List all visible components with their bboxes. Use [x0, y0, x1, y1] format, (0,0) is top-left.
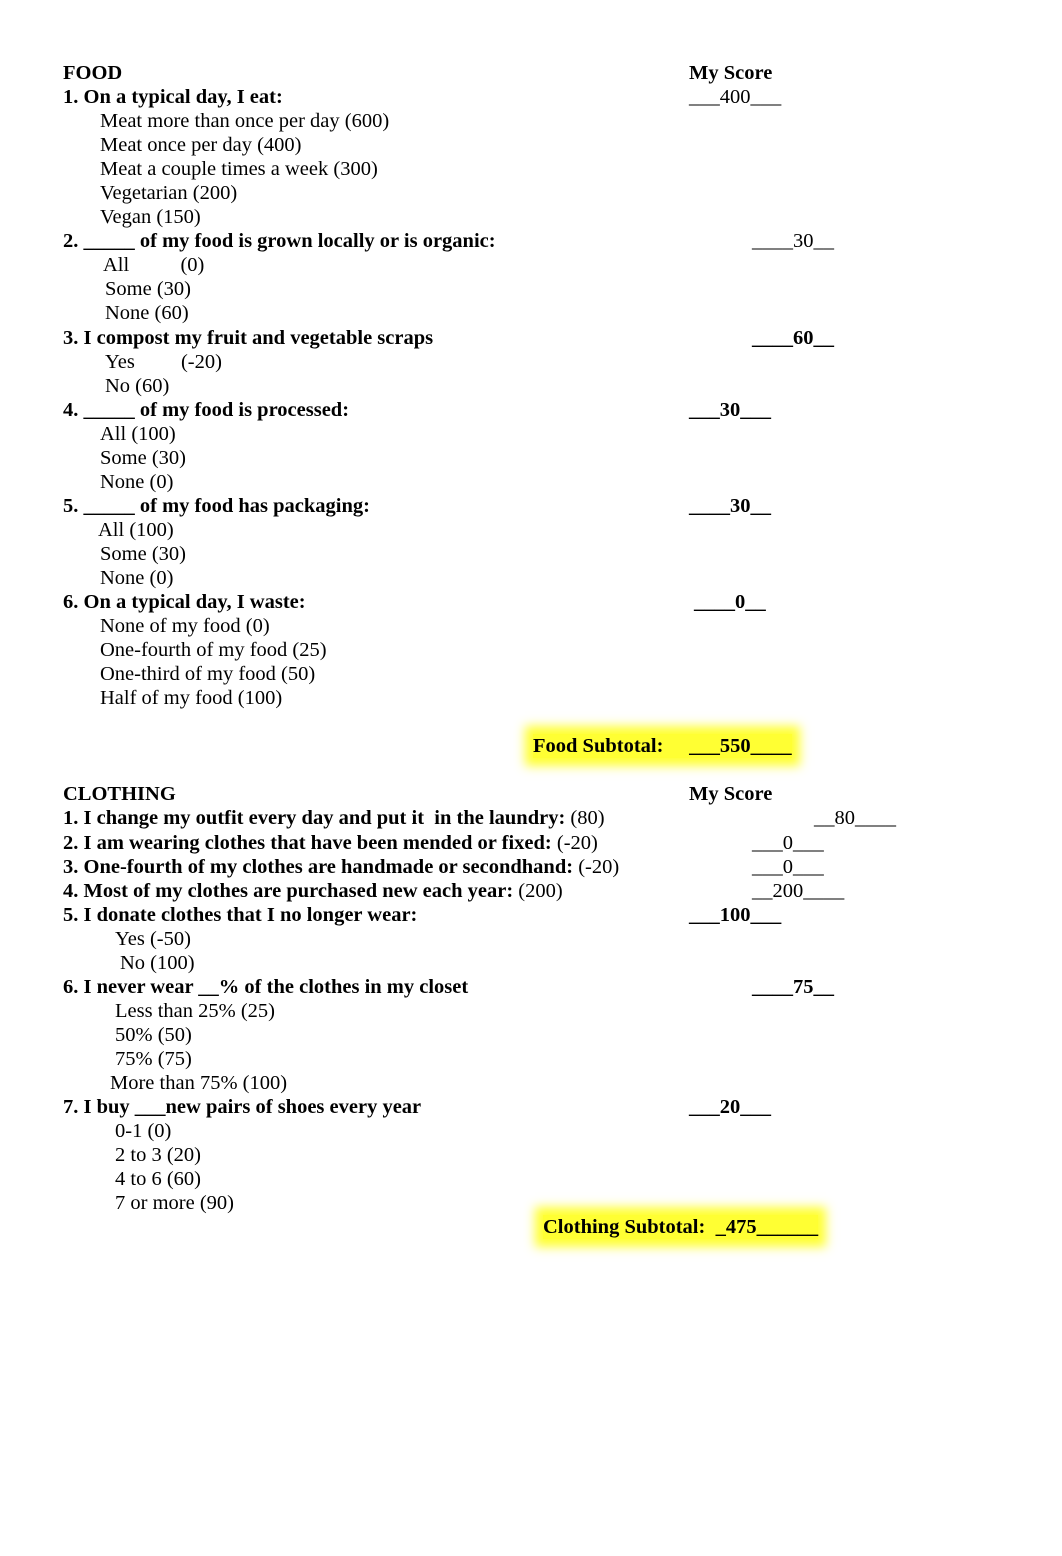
option: Less than 25% (25) — [115, 999, 275, 1022]
clothing-question-1: 1. I change my outfit every day and put … — [0, 806, 1062, 830]
option: Some (30) — [105, 278, 191, 301]
points: (80) — [565, 807, 605, 830]
option: 50% (50) — [115, 1023, 192, 1046]
option: Yes (-20) — [105, 350, 222, 373]
food-question-6: 6. On a typical day, I waste: ____0__ — [0, 590, 1062, 614]
clothing-question-5: 5. I donate clothes that I no longer wea… — [0, 903, 1062, 927]
score-field[interactable]: __80____ — [814, 806, 896, 830]
question-text: 2. I am wearing clothes that have been m… — [63, 831, 552, 854]
clothing-score-heading: My Score — [689, 783, 773, 806]
clothing-subtotal-label: Clothing Subtotal: — [543, 1216, 706, 1239]
food-question-1: 1. On a typical day, I eat: ___400___ — [0, 85, 1062, 109]
clothing-question-3: 3. One-fourth of my clothes are handmade… — [0, 855, 1062, 879]
option: 2 to 3 (20) — [115, 1144, 201, 1167]
worksheet: FOOD My Score 1. On a typical day, I eat… — [0, 61, 1062, 1240]
option: Yes (-50) — [115, 927, 191, 950]
question-text: 6. I never wear __% of the clothes in my… — [63, 975, 469, 998]
food-question-2: 2. _____ of my food is grown locally or … — [0, 229, 1062, 253]
question-text: 2. _____ of my food is grown locally or … — [63, 230, 496, 253]
score-field[interactable]: ___100___ — [689, 903, 781, 927]
question-text: 6. On a typical day, I waste: — [63, 591, 306, 614]
score-field[interactable]: ____30__ — [752, 229, 834, 253]
question-text: 7. I buy ___new pairs of shoes every yea… — [63, 1096, 422, 1119]
option: Half of my food (100) — [100, 687, 283, 710]
score-field[interactable]: ___400___ — [689, 85, 781, 109]
option: Meat more than once per day (600) — [100, 110, 390, 133]
option: 75% (75) — [115, 1047, 192, 1070]
option: All (100) — [100, 422, 176, 445]
option: Vegetarian (200) — [100, 182, 238, 205]
clothing-question-2: 2. I am wearing clothes that have been m… — [0, 831, 1062, 855]
question-text: 3. One-fourth of my clothes are handmade… — [63, 855, 574, 878]
clothing-question-7: 7. I buy ___new pairs of shoes every yea… — [0, 1095, 1062, 1119]
option: None of my food (0) — [100, 615, 270, 638]
food-subtotal-value[interactable]: ___550____ — [689, 735, 792, 757]
option: None (0) — [100, 566, 174, 589]
points: (200) — [513, 879, 563, 902]
option: One-fourth of my food (25) — [100, 639, 327, 662]
clothing-subtotal: Clothing Subtotal: _475______ — [0, 1215, 1062, 1240]
clothing-header-row: CLOTHING My Score — [0, 782, 1062, 806]
clothing-question-6: 6. I never wear __% of the clothes in my… — [0, 975, 1062, 999]
food-score-heading: My Score — [689, 62, 773, 84]
score-field[interactable]: ___0___ — [752, 855, 824, 879]
question-text: 3. I compost my fruit and vegetable scra… — [63, 326, 434, 349]
question-text: 5. _____ of my food has packaging: — [63, 494, 370, 517]
option: Vegan (150) — [100, 206, 201, 229]
food-subtotal-label: Food Subtotal: — [533, 735, 664, 758]
option: Meat once per day (400) — [100, 134, 302, 157]
option: 0-1 (0) — [115, 1120, 172, 1143]
food-question-3: 3. I compost my fruit and vegetable scra… — [0, 326, 1062, 350]
option: None (60) — [105, 302, 189, 325]
points: (-20) — [551, 831, 598, 854]
score-field[interactable]: __200____ — [752, 879, 844, 903]
score-field[interactable]: ___20___ — [689, 1095, 771, 1119]
option: More than 75% (100) — [110, 1071, 288, 1094]
option: No (60) — [105, 374, 170, 397]
food-question-5: 5. _____ of my food has packaging: ____3… — [0, 494, 1062, 518]
option: 4 to 6 (60) — [115, 1168, 201, 1191]
option: All (100) — [98, 518, 174, 541]
food-question-4: 4. _____ of my food is processed: ___30_… — [0, 398, 1062, 422]
option: Meat a couple times a week (300) — [100, 158, 378, 181]
option: All (0) — [103, 254, 205, 277]
question-text: 1. I change my outfit every day and put … — [63, 807, 566, 830]
points: (-20) — [573, 855, 620, 878]
food-header-row: FOOD My Score — [0, 61, 1062, 85]
food-subtotal: Food Subtotal: ___550____ — [0, 734, 1062, 759]
question-text: 1. On a typical day, I eat: — [63, 86, 283, 109]
option: Some (30) — [100, 542, 186, 565]
food-heading: FOOD — [63, 62, 123, 84]
score-field[interactable]: ____30__ — [689, 494, 771, 518]
score-field[interactable]: ____60__ — [752, 326, 834, 350]
question-text: 4. Most of my clothes are purchased new … — [63, 879, 514, 902]
score-field[interactable]: ___30___ — [689, 398, 771, 422]
option: 7 or more (90) — [115, 1192, 234, 1215]
clothing-question-4: 4. Most of my clothes are purchased new … — [0, 879, 1062, 903]
option: None (0) — [100, 470, 174, 493]
score-field[interactable]: ____0__ — [694, 590, 766, 614]
score-field[interactable]: ____75__ — [752, 975, 834, 999]
clothing-subtotal-value[interactable]: _475______ — [716, 1216, 819, 1238]
option: One-third of my food (50) — [100, 663, 316, 686]
option: Some (30) — [100, 446, 186, 469]
clothing-heading: CLOTHING — [63, 783, 176, 806]
score-field[interactable]: ___0___ — [752, 831, 824, 855]
question-text: 4. _____ of my food is processed: — [63, 398, 350, 421]
question-text: 5. I donate clothes that I no longer wea… — [63, 903, 418, 926]
option: No (100) — [120, 951, 195, 974]
